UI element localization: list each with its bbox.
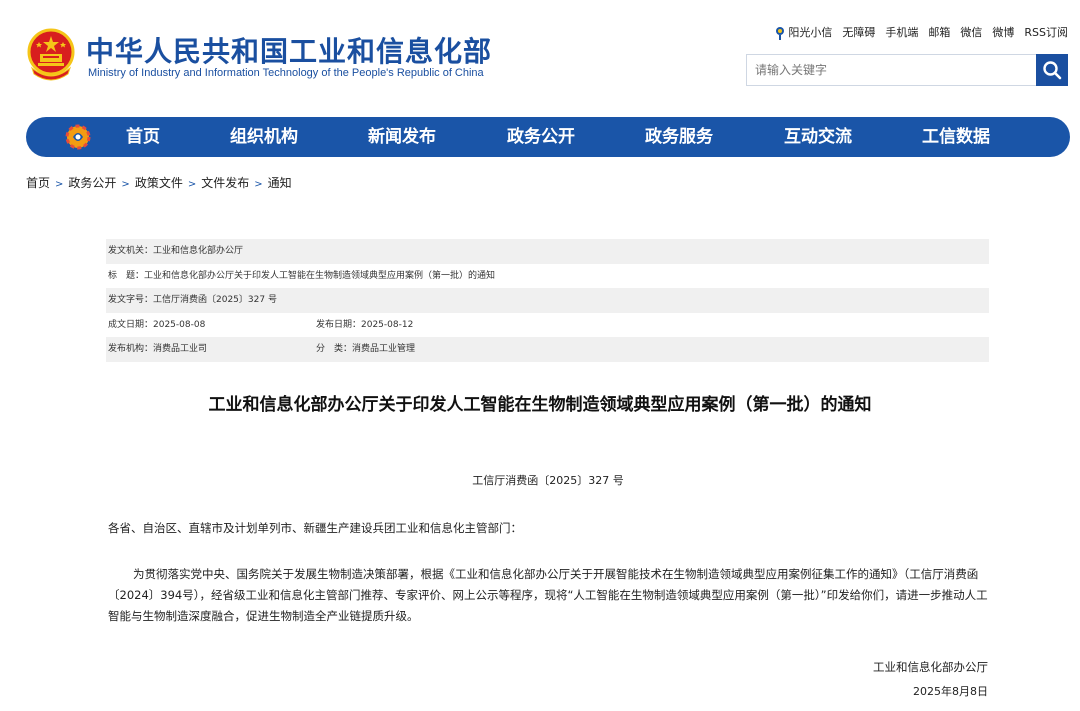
top-link-wechat[interactable]: 微信: [960, 24, 982, 40]
nav-item-government-affairs[interactable]: 政务公开: [507, 117, 575, 157]
breadcrumb-document-release[interactable]: 文件发布: [201, 176, 249, 190]
article-salutation: 各省、自治区、直辖市及计划单列市、新疆生产建设兵团工业和信息化主管部门：: [108, 521, 522, 535]
site-header: 中华人民共和国工业和信息化部 Ministry of Industry and …: [0, 0, 1080, 110]
site-title[interactable]: 中华人民共和国工业和信息化部: [86, 30, 492, 70]
top-link-sunshine[interactable]: 阳光小信: [774, 24, 832, 40]
top-links: 阳光小信 无障碍 手机端 邮箱 微信 微博 RSS订阅: [774, 24, 1068, 40]
nav-item-organization[interactable]: 组织机构: [230, 117, 298, 157]
breadcrumb-separator-icon: >: [187, 179, 197, 190]
article-title: 工业和信息化部办公厅关于印发人工智能在生物制造领域典型应用案例（第一批）的通知: [208, 395, 872, 415]
main-nav: 首页 组织机构 新闻发布 政务公开 政务服务 互动交流 工信数据: [26, 117, 1070, 157]
breadcrumb: 首页 > 政务公开 > 政策文件 > 文件发布 > 通知: [26, 174, 292, 191]
search-button[interactable]: [1036, 54, 1068, 86]
breadcrumb-home[interactable]: 首页: [26, 176, 50, 190]
top-link-accessibility[interactable]: 无障碍: [842, 24, 875, 40]
meta-category: 分 类：消费品工业管理: [316, 344, 416, 354]
nav-item-government-services[interactable]: 政务服务: [645, 117, 713, 157]
nav-item-news[interactable]: 新闻发布: [368, 117, 436, 157]
miit-logo-icon[interactable]: [64, 123, 92, 151]
top-link-weibo[interactable]: 微博: [992, 24, 1014, 40]
meta-row-dates: 成文日期：2025-08-08 发布日期：2025-08-12: [106, 313, 989, 338]
search-input[interactable]: [747, 55, 1037, 85]
top-link-mail[interactable]: 邮箱: [928, 24, 950, 40]
article-doc-number: 工信厅消费函〔2025〕327 号: [472, 474, 624, 487]
meta-row-title: 标 题：工业和信息化部办公厅关于印发人工智能在生物制造领域典型应用案例（第一批）…: [106, 264, 989, 289]
article-body: 为贯彻落实党中央、国务院关于发展生物制造决策部署，根据《工业和信息化部办公厅关于…: [108, 567, 988, 623]
meta-row-publisher: 发布机构：消费品工业司 分 类：消费品工业管理: [106, 337, 989, 362]
meta-publisher: 发布机构：消费品工业司: [108, 344, 208, 354]
meta-published-date: 发布日期：2025-08-12: [316, 319, 414, 330]
breadcrumb-notice[interactable]: 通知: [268, 176, 292, 190]
breadcrumb-government-affairs[interactable]: 政务公开: [68, 176, 116, 190]
sunshine-icon: [776, 27, 785, 40]
breadcrumb-separator-icon: >: [55, 179, 64, 190]
top-link-mobile[interactable]: 手机端: [885, 24, 918, 40]
site-subtitle: Ministry of Industry and Information Tec…: [88, 67, 484, 79]
search-box: [746, 54, 1068, 86]
article-date: 2025年8月8日: [913, 685, 988, 698]
breadcrumb-separator-icon: >: [254, 179, 263, 190]
search-icon: [1043, 61, 1062, 80]
meta-row-doc-number: 发文字号：工信厅消费函〔2025〕327 号: [106, 288, 989, 313]
breadcrumb-separator-icon: >: [121, 179, 130, 190]
article-signature: 工业和信息化部办公厅: [873, 660, 988, 674]
national-emblem-icon: [27, 28, 75, 81]
nav-item-home[interactable]: 首页: [126, 117, 160, 157]
nav-item-data[interactable]: 工信数据: [922, 117, 990, 157]
breadcrumb-policy-documents[interactable]: 政策文件: [135, 176, 183, 190]
document-meta-table: 发文机关：工业和信息化部办公厅 标 题：工业和信息化部办公厅关于印发人工智能在生…: [106, 239, 989, 362]
meta-created-date: 成文日期：2025-08-08: [108, 319, 206, 330]
meta-row-issuer: 发文机关：工业和信息化部办公厅: [106, 239, 989, 264]
meta-issuer: 发文机关：工业和信息化部办公厅: [108, 246, 244, 256]
meta-title: 标 题：工业和信息化部办公厅关于印发人工智能在生物制造领域典型应用案例（第一批）…: [108, 270, 496, 281]
meta-doc-number: 发文字号：工信厅消费函〔2025〕327 号: [108, 295, 277, 305]
nav-item-interaction[interactable]: 互动交流: [784, 117, 852, 157]
top-link-rss[interactable]: RSS订阅: [1024, 24, 1068, 40]
